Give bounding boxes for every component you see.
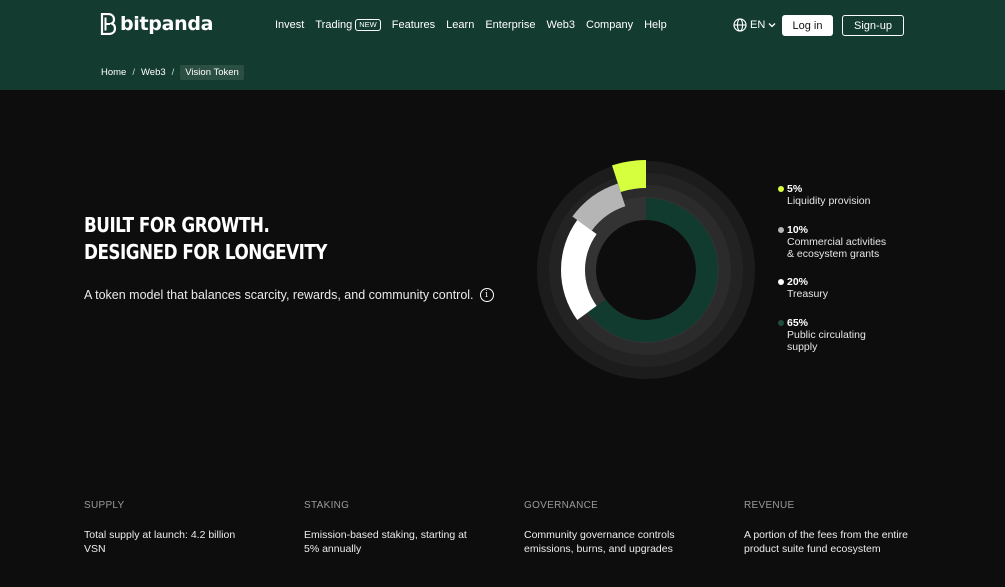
login-button[interactable]: Log in — [782, 15, 833, 36]
logo[interactable]: bitpanda — [100, 13, 213, 35]
nav-invest[interactable]: Invest — [275, 19, 304, 31]
stat-desc: Community governance controls — [524, 529, 675, 541]
stat-desc: 5% annually — [304, 543, 362, 555]
nav-features[interactable]: Features — [392, 19, 435, 31]
legend-pct: 65% — [787, 317, 809, 329]
nav-company-label: Company — [586, 19, 634, 31]
stat-title: GOVERNANCE — [524, 500, 599, 511]
legend-dot — [778, 279, 784, 285]
stat-desc: product suite fund ecosystem — [744, 543, 881, 555]
bitpanda-logo-icon — [100, 13, 116, 35]
breadcrumb-separator: / — [171, 67, 175, 78]
legend-pct: 20% — [787, 276, 809, 288]
nav-web3-label: Web3 — [546, 19, 575, 31]
legend-pct: 5% — [787, 183, 803, 195]
stat-title: SUPPLY — [84, 500, 125, 511]
stat-title: REVENUE — [744, 500, 795, 511]
stat-revenue: REVENUE A portion of the fees from the e… — [744, 500, 934, 556]
legend-dot — [778, 186, 784, 192]
stat-governance: GOVERNANCE Community governance controls… — [524, 500, 704, 556]
main-nav: Invest Trading NEW Features Learn Enterpr… — [275, 19, 678, 31]
language-selector[interactable]: EN — [733, 18, 776, 32]
stat-desc: A portion of the fees from the entire — [744, 529, 909, 541]
globe-icon — [733, 18, 747, 32]
stat-staking: STAKING Emission-based staking, starting… — [304, 500, 484, 556]
page-title: BUILT FOR GROWTH. DESIGNED FOR LONGEVITY — [84, 212, 327, 266]
legend-item-liquidity: 5% Liquidity provision — [778, 183, 908, 207]
chevron-down-icon — [768, 23, 776, 28]
stat-title: STAKING — [304, 500, 350, 511]
hero-subtext: A token model that balances scarcity, re… — [84, 288, 494, 302]
legend-item-public-supply: 65% Public circulating supply — [778, 317, 908, 353]
breadcrumb-separator: / — [132, 67, 135, 78]
legend-dot — [778, 320, 784, 326]
breadcrumb: Home / Web3 / Vision Token — [101, 65, 244, 80]
breadcrumb-home[interactable]: Home — [101, 67, 126, 78]
new-badge: NEW — [355, 19, 381, 31]
legend-label: Treasury — [787, 288, 829, 300]
stat-desc: VSN — [84, 543, 106, 555]
nav-trading-label: Trading — [315, 19, 353, 31]
nav-features-label: Features — [391, 19, 436, 31]
legend-dot — [778, 227, 784, 233]
headline-line1: BUILT FOR GROWTH. — [84, 213, 270, 237]
signup-button[interactable]: Sign-up — [842, 15, 904, 36]
breadcrumb-web3[interactable]: Web3 — [141, 67, 166, 78]
legend-label: supply — [787, 341, 818, 353]
site-header: bitpanda Invest Trading NEW Features Lear… — [0, 0, 1005, 90]
legend-label: Liquidity provision — [787, 195, 871, 207]
token-distribution-chart — [537, 160, 755, 379]
nav-enterprise[interactable]: Enterprise — [485, 19, 535, 31]
legend-label: Commercial activities — [787, 236, 887, 248]
breadcrumb-current: Vision Token — [180, 65, 244, 80]
logo-text: bitpanda — [120, 13, 214, 35]
nav-invest-label: Invest — [275, 19, 305, 31]
stat-desc: Emission-based staking, starting at — [304, 529, 467, 541]
headline-line2: DESIGNED FOR LONGEVITY — [84, 240, 327, 264]
language-label: EN — [750, 19, 766, 31]
nav-trading[interactable]: Trading NEW — [315, 19, 381, 31]
stat-supply: SUPPLY Total supply at launch: 4.2 billi… — [84, 500, 264, 556]
stat-desc: emissions, burns, and upgrades — [524, 543, 673, 555]
nav-learn[interactable]: Learn — [446, 19, 474, 31]
legend-label: Public circulating — [787, 329, 866, 341]
nav-company[interactable]: Company — [586, 19, 633, 31]
legend-item-treasury: 20% Treasury — [778, 276, 908, 300]
nav-help[interactable]: Help — [644, 19, 667, 31]
nav-enterprise-label: Enterprise — [485, 19, 536, 31]
nav-learn-label: Learn — [446, 19, 475, 31]
legend-pct: 10% — [787, 224, 809, 236]
legend-item-commercial: 10% Commercial activities & ecosystem gra… — [778, 224, 908, 260]
legend-label: & ecosystem grants — [787, 248, 880, 260]
info-icon[interactable]: i — [479, 288, 494, 302]
nav-help-label: Help — [644, 19, 667, 31]
nav-web3[interactable]: Web3 — [546, 19, 575, 31]
donut-hole — [596, 220, 696, 320]
hero-subtext-label: A token model that balances scarcity, re… — [84, 288, 474, 302]
stat-desc: Total supply at launch: 4.2 billion — [84, 529, 236, 541]
